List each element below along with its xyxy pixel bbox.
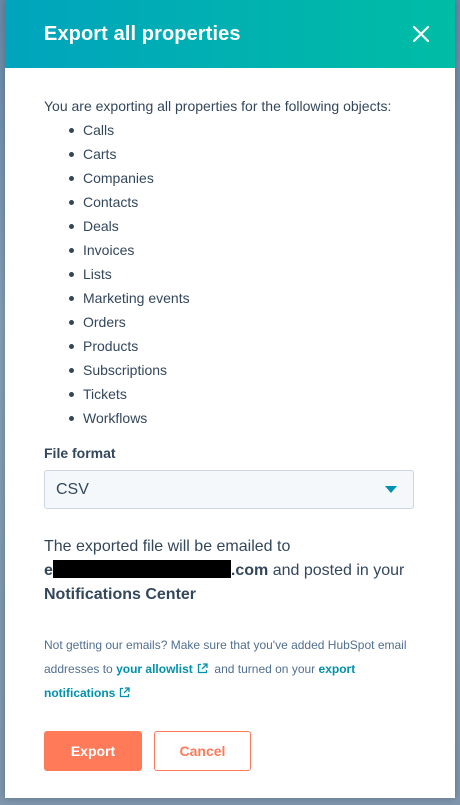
email-text-2: and posted in your (272, 562, 405, 579)
list-item: Tickets (69, 382, 416, 406)
modal-actions: Export Cancel (44, 731, 416, 771)
export-modal: Export all properties You are exporting … (5, 0, 455, 798)
list-item: Carts (69, 142, 416, 166)
redacted-email (52, 560, 231, 578)
file-format-select[interactable]: CSV (44, 470, 414, 509)
modal-body: You are exporting all properties for the… (5, 68, 455, 771)
caret-down-icon (385, 486, 397, 493)
object-list: Calls Carts Companies Contacts Deals Inv… (44, 118, 416, 430)
export-button[interactable]: Export (44, 731, 142, 771)
list-item: Orders (69, 310, 416, 334)
file-format-label: File format (44, 445, 116, 461)
file-format-value: CSV (56, 480, 89, 498)
intro-text: You are exporting all properties for the… (44, 98, 392, 114)
external-link-icon (120, 687, 130, 698)
modal-header: Export all properties (5, 0, 455, 68)
email-text-1: The exported file will be emailed to (44, 538, 291, 555)
help-text: Not getting our emails? Make sure that y… (44, 633, 416, 705)
list-item: Invoices (69, 238, 416, 262)
list-item: Lists (69, 262, 416, 286)
list-item: Subscriptions (69, 358, 416, 382)
cancel-button[interactable]: Cancel (154, 731, 251, 771)
external-link-icon (197, 663, 208, 674)
email-info: The exported file will be emailed to e .c… (44, 535, 416, 607)
email-suffix: .com (230, 562, 269, 579)
help-text-2: and turned on your (214, 662, 316, 676)
list-item: Calls (69, 118, 416, 142)
list-item: Contacts (69, 190, 416, 214)
modal-title: Export all properties (44, 22, 241, 45)
close-icon (412, 25, 430, 43)
allowlist-link[interactable]: your allowlist (116, 662, 208, 676)
email-prefix: e (44, 562, 53, 579)
list-item: Deals (69, 214, 416, 238)
list-item: Companies (69, 166, 416, 190)
list-item: Workflows (69, 406, 416, 430)
list-item: Products (69, 334, 416, 358)
close-button[interactable] (411, 24, 431, 44)
list-item: Marketing events (69, 286, 416, 310)
allowlist-link-label: your allowlist (116, 662, 193, 676)
notifications-center: Notifications Center (44, 586, 197, 603)
